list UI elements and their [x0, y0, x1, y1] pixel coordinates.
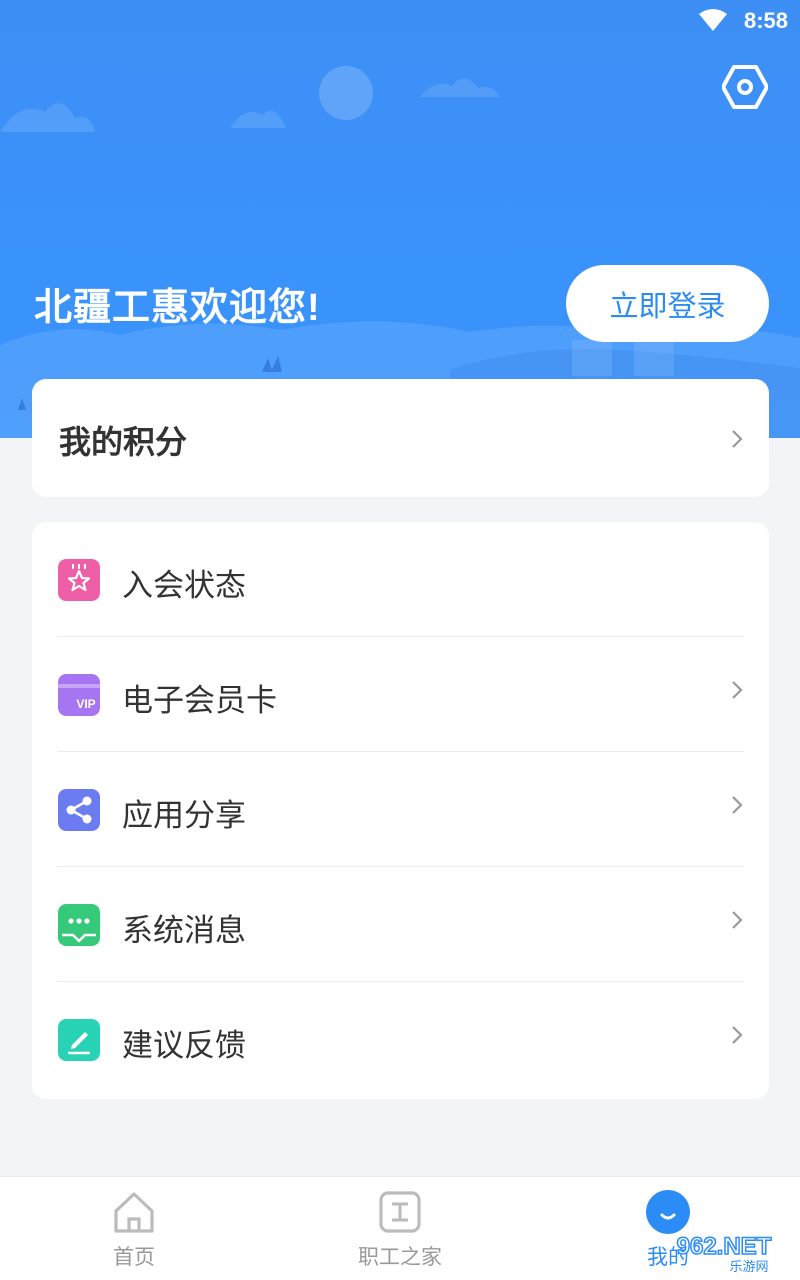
svg-text:962.NET: 962.NET	[677, 1233, 772, 1260]
tab-home[interactable]: 首页	[54, 1177, 214, 1280]
svg-text:VIP: VIP	[76, 697, 95, 711]
menu-item-label: 电子会员卡	[122, 683, 277, 718]
points-card[interactable]: 我的积分	[32, 379, 769, 497]
share-icon	[58, 789, 100, 831]
menu-item-label: 建议反馈	[122, 1028, 246, 1063]
wifi-icon	[699, 9, 727, 31]
feedback-edit-icon	[58, 1019, 100, 1061]
landscape-decoration	[0, 66, 800, 438]
login-button[interactable]: 立即登录	[566, 265, 769, 342]
menu-item-app-share[interactable]: 应用分享	[32, 752, 769, 867]
menu-card: 入会状态 VIP 电子会员卡 应用分享 系统消息 建议反馈	[32, 522, 769, 1099]
menu-item-system-messages[interactable]: 系统消息	[32, 867, 769, 982]
message-icon	[58, 904, 100, 946]
tab-label: 职工之家	[358, 1246, 442, 1269]
menu-item-label: 入会状态	[122, 568, 246, 603]
gear-icon[interactable]	[722, 64, 768, 110]
profile-icon	[646, 1190, 690, 1234]
welcome-text: 北疆工惠欢迎您!	[34, 287, 321, 329]
workers-home-icon	[379, 1191, 421, 1233]
menu-item-label: 应用分享	[122, 798, 246, 833]
menu-item-feedback[interactable]: 建议反馈	[32, 982, 769, 1097]
tab-label: 首页	[113, 1246, 155, 1269]
svg-text:乐游网: 乐游网	[729, 1260, 768, 1274]
home-icon	[114, 1192, 154, 1233]
watermark-logo: 962.NET 乐游网	[676, 1232, 773, 1274]
status-time: 8:58	[743, 8, 788, 33]
status-bar: 8:58	[0, 0, 800, 44]
menu-item-membership-status[interactable]: 入会状态	[32, 522, 769, 637]
chevron-right-icon	[732, 430, 743, 448]
chevron-right-icon	[732, 1026, 743, 1044]
chevron-right-icon	[732, 796, 743, 814]
menu-item-label: 系统消息	[122, 913, 246, 948]
membership-star-icon	[58, 559, 100, 601]
vip-card-icon: VIP	[58, 674, 100, 716]
chevron-right-icon	[732, 911, 743, 929]
chevron-right-icon	[732, 681, 743, 699]
header-banner: 8:58 北疆工惠欢迎您! 立即登录	[0, 0, 800, 438]
points-title: 我的积分	[59, 424, 188, 460]
menu-item-vip-card[interactable]: VIP 电子会员卡	[32, 637, 769, 752]
tab-workers-home[interactable]: 职工之家	[320, 1177, 480, 1280]
